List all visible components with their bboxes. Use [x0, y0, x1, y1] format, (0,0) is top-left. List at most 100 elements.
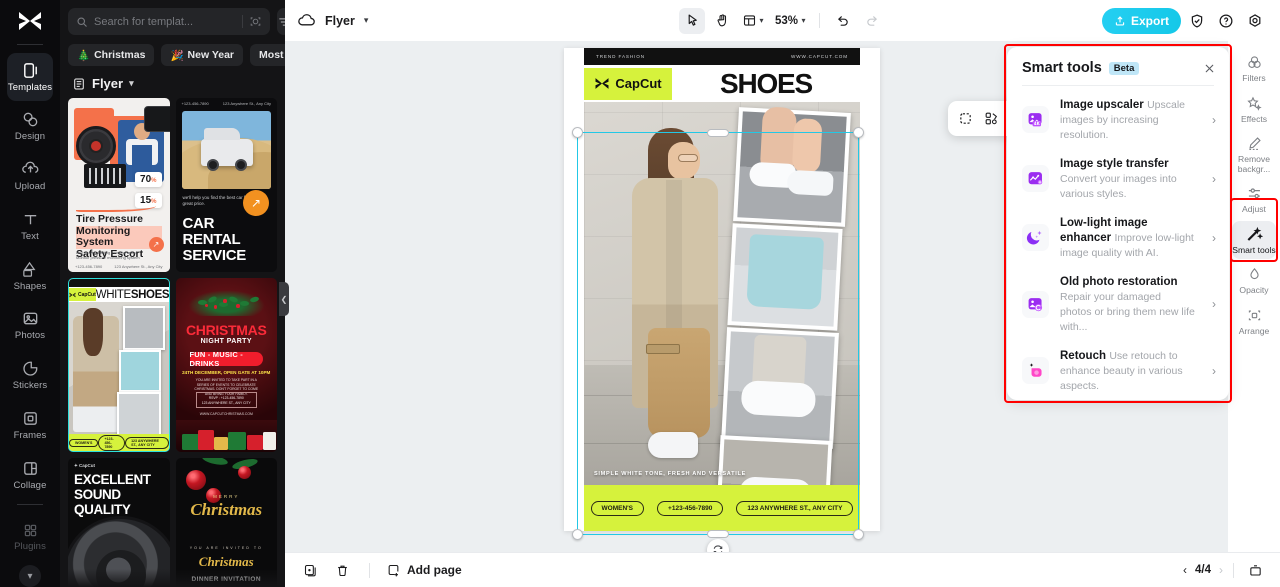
chevron-right-icon[interactable]: › — [1219, 563, 1223, 577]
arrow-badge-icon: ↗ — [148, 237, 164, 252]
hand-pan-icon[interactable] — [709, 8, 735, 34]
nav-divider — [1233, 562, 1234, 578]
resize-handle-bottom[interactable] — [707, 530, 729, 538]
card-footer: +123-456-7890 123 Anywhere St., Any City — [68, 261, 170, 272]
right-item-filters[interactable]: Filters — [1232, 49, 1276, 88]
page-pill-womens: WOMEN'S — [590, 500, 645, 516]
sidebar-item-stickers[interactable]: Stickers — [7, 351, 53, 399]
settings-gear-icon[interactable] — [1242, 8, 1268, 34]
collage-icon — [21, 459, 40, 478]
page-heading: SHOES — [719, 67, 813, 99]
search-box[interactable] — [68, 8, 270, 35]
template-card-christmas-party[interactable]: CHRISTMAS NIGHT PARTY FUN - MUSIC - DRIN… — [175, 278, 277, 452]
card-title: EXCELLENT SOUND QUALITY — [74, 472, 151, 517]
design-page[interactable]: TREND FASHION WWW.CAPCUT.COM CapCut SHOE… — [564, 48, 880, 531]
sidebar-item-upload[interactable]: Upload — [7, 152, 53, 200]
undo-icon[interactable] — [830, 8, 856, 34]
sidebar-item-shapes[interactable]: Shapes — [7, 252, 53, 300]
template-card-car-rental[interactable]: +123-456-7890 123 Anywhere St., Any City… — [175, 98, 277, 272]
smart-tools-list: 4K Image upscaler Upscale images by incr… — [1007, 86, 1229, 400]
help-question-icon[interactable] — [1213, 8, 1239, 34]
filter-button[interactable] — [277, 8, 285, 35]
smart-tool-low-light-enhancer[interactable]: Low-light image enhancer Improve low-lig… — [1007, 208, 1229, 267]
search-input[interactable] — [94, 15, 236, 28]
duplicate-page-icon[interactable] — [299, 559, 321, 581]
document-title[interactable]: Flyer — [325, 14, 355, 28]
smart-tool-retouch[interactable]: Retouch Use retouch to enhance beauty in… — [1007, 341, 1229, 400]
chevron-down-icon[interactable]: ▾ — [19, 565, 41, 587]
right-item-remove-background[interactable]: Remove backgr... — [1232, 130, 1276, 178]
card-eyebrow: MERRY — [213, 494, 240, 499]
smart-tool-desc: Repair your damaged photos or bring them… — [1060, 291, 1195, 333]
smart-tool-old-photo-restoration[interactable]: Old photo restoration Repair your damage… — [1007, 267, 1229, 341]
sidebar-item-text[interactable]: Text — [7, 202, 53, 250]
cloud-saved-icon[interactable] — [297, 13, 316, 28]
smart-tool-text: Retouch Use retouch to enhance beauty in… — [1060, 348, 1195, 393]
rotate-icon[interactable] — [707, 539, 729, 552]
sidebar-label-photos: Photos — [14, 330, 46, 342]
page-photo-collage: SIMPLE WHITE TONE, FRESH AND VERSATILE — [584, 102, 860, 485]
sidebar-label-shapes: Shapes — [13, 280, 47, 292]
image-search-icon[interactable] — [249, 15, 262, 28]
right-item-adjust[interactable]: Adjust — [1232, 180, 1276, 219]
frames-icon — [21, 409, 40, 428]
export-label: Export — [1130, 13, 1169, 28]
flyer-section-header[interactable]: Flyer ▾ — [60, 66, 285, 98]
smart-tool-image-upscaler[interactable]: 4K Image upscaler Upscale images by incr… — [1007, 90, 1229, 149]
capcut-logo-icon[interactable] — [13, 6, 47, 36]
right-item-smart-tools[interactable]: Smart tools — [1232, 220, 1276, 259]
adjust-icon — [1246, 185, 1263, 202]
page-brand-badge: CapCut — [584, 67, 672, 100]
pages-panel-icon[interactable] — [1244, 559, 1266, 581]
sidebar-item-plugins[interactable]: Plugins — [7, 513, 53, 561]
chevron-down-icon[interactable]: ▾ — [364, 15, 369, 26]
chevron-right-icon: › — [1212, 230, 1216, 245]
zoom-control[interactable]: 53% ▾ — [771, 8, 809, 34]
sidebar-item-collage[interactable]: Collage — [7, 451, 53, 499]
smart-tool-image-style-transfer[interactable]: Image style transfer Convert your images… — [1007, 149, 1229, 208]
rail-divider-2 — [17, 504, 43, 506]
templates-panel: 🎄 Christmas 🎉 New Year Most Flyer ▾ — [60, 0, 285, 587]
redo-icon[interactable] — [860, 8, 886, 34]
export-upload-icon — [1114, 15, 1126, 27]
right-item-arrange[interactable]: Arrange — [1232, 302, 1276, 341]
smart-tools-icon — [1246, 226, 1263, 243]
layout-button[interactable]: ▾ — [739, 8, 766, 34]
cursor-select-icon[interactable] — [679, 7, 706, 34]
tire-hub — [89, 139, 103, 153]
chip-christmas[interactable]: 🎄 Christmas — [68, 44, 155, 66]
right-item-opacity[interactable]: Opacity — [1232, 261, 1276, 300]
add-page-button[interactable]: Add page — [386, 563, 462, 578]
jeep-image — [201, 128, 254, 171]
sidebar-item-frames[interactable]: Frames — [7, 401, 53, 449]
page-title: Flyer — [92, 76, 124, 91]
delete-page-icon[interactable] — [331, 559, 353, 581]
close-icon[interactable] — [1203, 62, 1216, 75]
right-item-effects[interactable]: Effects — [1232, 90, 1276, 129]
capcut-editor-window: Templates Design Upload Text Shapes Phot… — [0, 0, 1280, 587]
chevron-down-icon[interactable]: ▾ — [129, 78, 134, 89]
chevron-left-icon[interactable]: ‹ — [1183, 563, 1187, 577]
crop-frame-icon[interactable] — [954, 108, 976, 130]
shield-check-icon[interactable] — [1184, 8, 1210, 34]
card-title: CAR RENTAL SERVICE — [182, 215, 247, 264]
template-card-merry-christmas[interactable]: MERRY Christmas YOU ARE INVITED TO Chris… — [175, 458, 277, 587]
sidebar-label-stickers: Stickers — [12, 380, 48, 392]
sidebar-item-photos[interactable]: Photos — [7, 302, 53, 350]
template-card-white-shoes[interactable]: CapCut WHITESHOES WOMEN'S +123-456-7890 … — [68, 278, 170, 452]
sidebar-item-design[interactable]: Design — [7, 103, 53, 151]
collapse-left-icon[interactable]: ❮ — [279, 282, 289, 316]
layout-icon — [742, 13, 757, 28]
template-card-sound-quality[interactable]: ✦ CapCut EXCELLENT SOUND QUALITY — [68, 458, 170, 587]
chevron-right-icon: › — [1212, 363, 1216, 378]
export-button[interactable]: Export — [1101, 7, 1181, 34]
sidebar-item-templates[interactable]: Templates — [7, 52, 53, 101]
template-card-tire-pressure[interactable]: 70% 15% Tire Pressure Monitoring System … — [68, 98, 170, 272]
image-upscaler-icon: 4K — [1022, 106, 1049, 133]
chevron-down-icon: ▾ — [801, 16, 806, 25]
template-grid: 70% 15% Tire Pressure Monitoring System … — [60, 98, 285, 587]
filters-icon — [1246, 54, 1263, 71]
chip-new-year[interactable]: 🎉 New Year — [161, 44, 244, 66]
cutout-icon[interactable] — [980, 108, 1002, 130]
chip-most[interactable]: Most — [250, 44, 285, 66]
